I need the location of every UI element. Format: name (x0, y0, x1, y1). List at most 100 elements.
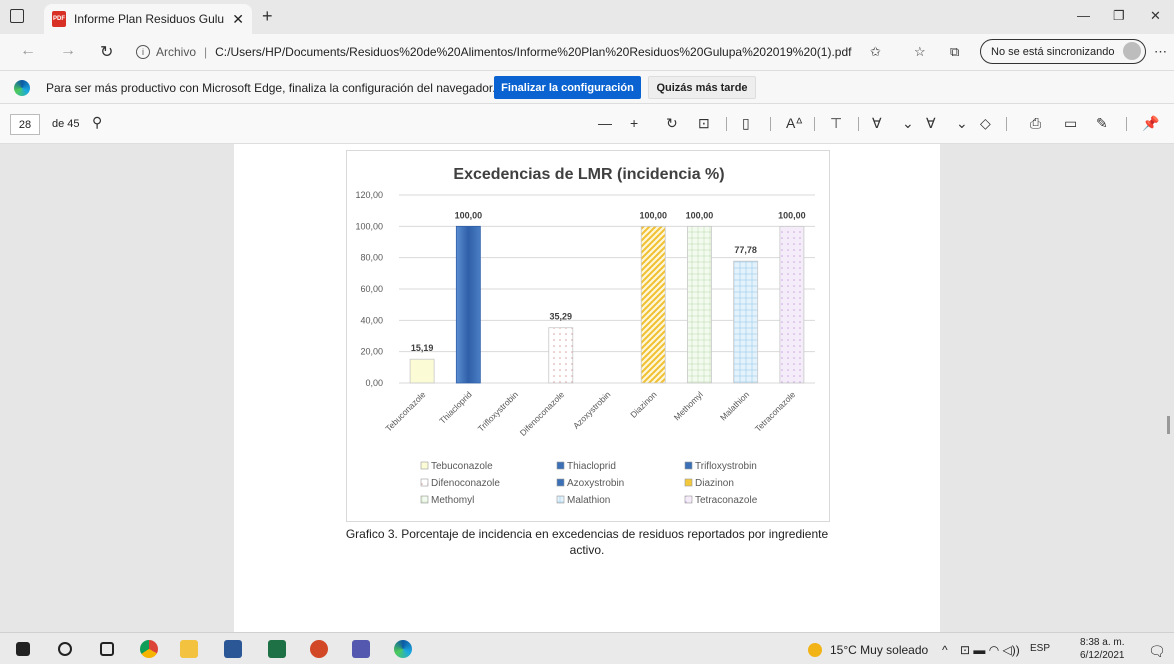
search-icon[interactable]: ⚲ (92, 114, 102, 131)
legend-label: Malathion (567, 495, 610, 506)
legend-label: Thiacloprid (567, 461, 616, 472)
forward-icon[interactable]: → (60, 42, 76, 60)
x-tick-label: Methomyl (672, 389, 705, 422)
url-scheme-label: Archivo (156, 45, 197, 59)
scrollbar-thumb[interactable] (1167, 416, 1170, 434)
word-icon[interactable] (224, 640, 242, 658)
legend-swatch (420, 478, 429, 487)
url-text[interactable]: C:/Users/HP/Documents/Residuos%20de%20Al… (215, 45, 851, 59)
y-tick-label: 100,00 (355, 221, 383, 231)
more-menu-icon[interactable]: ⋯ (1154, 44, 1167, 60)
infobar-message: Para ser más productivo con Microsoft Ed… (46, 81, 496, 95)
avatar (1123, 42, 1141, 60)
window-close-icon[interactable]: ✕ (1150, 8, 1161, 24)
zoom-out-icon[interactable]: — (598, 115, 612, 131)
toolbar-divider (770, 117, 771, 131)
profile-sync-button[interactable]: No se está sincronizando (980, 39, 1146, 64)
bar (455, 225, 481, 384)
rotate-icon[interactable]: ↻ (666, 115, 678, 132)
toolbar-divider (858, 117, 859, 131)
y-tick-label: 120,00 (355, 190, 383, 200)
clock-date: 6/12/2021 (1080, 650, 1125, 661)
legend-swatch (556, 478, 565, 487)
weather-icon[interactable] (808, 643, 822, 657)
read-aloud-text-icon[interactable]: Aᐞ (786, 115, 803, 132)
x-tick-label: Trifloxystrobin (476, 389, 520, 433)
pdf-page: Excedencias de LMR (incidencia %) 0,00 20,… (234, 144, 940, 632)
page-number-input[interactable]: 28 (10, 114, 40, 135)
excel-icon[interactable] (268, 640, 286, 658)
x-tick-label: Difenoconazole (518, 389, 567, 438)
windows-taskbar: 15°C Muy soleado ^ ⊡ ▬ ◠ ◁)) ESP 8:38 a.… (0, 632, 1174, 664)
address-bar: ← → ↻ i Archivo | C:/Users/HP/Documents/… (0, 34, 1174, 70)
save-as-icon[interactable]: ✎ (1096, 115, 1108, 132)
legend-swatch (556, 461, 565, 470)
tab-close-icon[interactable]: ✕ (232, 11, 244, 28)
bar (733, 260, 759, 384)
weather-text[interactable]: 15°C Muy soleado (830, 643, 928, 657)
draw-icon[interactable]: ∀ (872, 115, 882, 132)
task-view-icon[interactable] (100, 642, 114, 656)
chrome-icon[interactable] (140, 640, 158, 658)
text-tool-icon[interactable]: ⊤ (830, 115, 842, 132)
draw-options-icon[interactable]: ⌄ (902, 115, 914, 132)
finalize-setup-button[interactable]: Finalizar la configuración (494, 76, 641, 99)
file-explorer-icon[interactable] (180, 640, 198, 658)
toolbar-divider (1126, 117, 1127, 131)
pin-toolbar-icon[interactable]: 📌 (1142, 115, 1159, 132)
url-separator: | (204, 45, 208, 59)
url-field[interactable]: i Archivo | C:/Users/HP/Documents/Residu… (136, 38, 858, 66)
tab-actions-icon[interactable] (10, 9, 24, 23)
legend-label: Tebuconazole (431, 461, 493, 472)
search-taskbar-icon[interactable] (58, 642, 72, 656)
x-tick-label: Thiacloprid (437, 389, 474, 426)
page-view-icon[interactable]: ▯ (742, 115, 750, 132)
teams-icon[interactable] (352, 640, 370, 658)
maybe-later-button[interactable]: Quizás más tarde (648, 76, 756, 99)
read-aloud-icon[interactable]: ✩ (870, 44, 881, 60)
legend-label: Tetraconazole (695, 495, 758, 506)
info-icon[interactable]: i (136, 45, 150, 59)
x-tick-label: Malathion (718, 389, 751, 422)
data-label: 100,00 (639, 210, 667, 220)
data-label: 35,29 (550, 312, 573, 322)
legend-swatch (420, 495, 429, 504)
toolbar-divider (726, 117, 727, 131)
pdf-document-area[interactable]: Excedencias de LMR (incidencia %) 0,00 20,… (0, 144, 1174, 632)
browser-tab[interactable]: PDF Informe Plan Residuos Gulupa 2 ✕ (44, 4, 252, 34)
refresh-icon[interactable]: ↻ (100, 42, 113, 62)
language-indicator[interactable]: ESP (1030, 643, 1050, 654)
show-hidden-icons[interactable]: ^ (942, 643, 948, 657)
toolbar-divider (1006, 117, 1007, 131)
minimize-icon[interactable]: — (1077, 8, 1090, 23)
save-icon[interactable]: ▭ (1064, 115, 1077, 132)
back-icon[interactable]: ← (20, 42, 36, 60)
legend-swatch (684, 478, 693, 487)
highlight-icon[interactable]: ∀ (926, 115, 936, 132)
page-total: de 45 (52, 118, 80, 130)
y-tick-label: 0,00 (365, 378, 383, 388)
tab-bar: PDF Informe Plan Residuos Gulupa 2 ✕ + —… (0, 0, 1174, 34)
tray-icons[interactable]: ⊡ ▬ ◠ ◁)) (960, 643, 1020, 657)
collections-icon[interactable]: ⧉ (950, 44, 959, 60)
clock[interactable]: 8:38 a. m. 6/12/2021 (1080, 636, 1125, 662)
legend-swatch (684, 461, 693, 470)
fit-page-icon[interactable]: ⊡ (698, 115, 710, 132)
windows-start-icon[interactable] (16, 642, 30, 656)
highlight-options-icon[interactable]: ⌄ (956, 115, 968, 132)
powerpoint-icon[interactable] (310, 640, 328, 658)
favorites-icon[interactable]: ☆ (914, 44, 926, 60)
eraser-icon[interactable]: ◇ (980, 115, 991, 132)
bar (640, 225, 666, 384)
pdf-icon: PDF (52, 11, 66, 27)
edge-setup-infobar: Para ser más productivo con Microsoft Ed… (0, 70, 1174, 104)
zoom-in-icon[interactable]: + (630, 115, 638, 131)
print-icon[interactable]: ⎙ (1030, 115, 1041, 132)
edge-taskbar-icon[interactable] (394, 640, 412, 658)
restore-icon[interactable]: ❐ (1113, 8, 1125, 24)
notifications-icon[interactable]: 🗨 (1148, 643, 1166, 660)
legend-label: Trifloxystrobin (695, 461, 757, 472)
x-tick-label: Tebuconazole (383, 389, 427, 433)
new-tab-button[interactable]: + (262, 6, 273, 27)
legend-label: Difenoconazole (431, 478, 500, 489)
